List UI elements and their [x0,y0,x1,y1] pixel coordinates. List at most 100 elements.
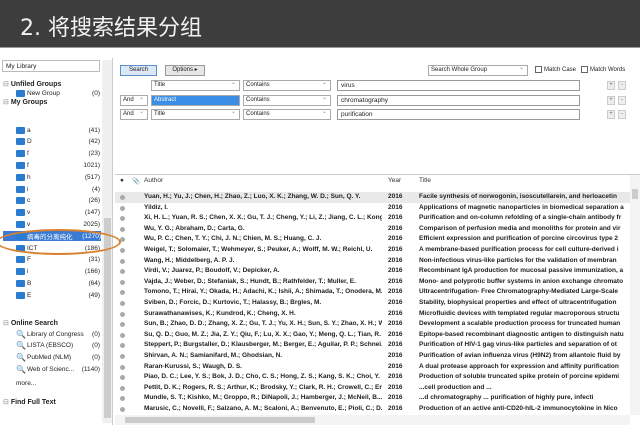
add-row-button[interactable]: + [607,95,615,105]
search-term-input[interactable]: purification [337,109,580,120]
column-header-title[interactable]: Title [419,177,431,184]
group-item[interactable]: 🔍 PubMed (NLM) (0) [16,353,100,363]
add-row-button[interactable]: + [607,110,615,119]
table-row[interactable]: Su, Q. D.; Guo, M. Z.; Jia, Z. Y.; Qiu, … [115,330,630,341]
table-row[interactable]: Wu, Y. G.; Abraham, D.; Carta, G. 2016 Com… [115,224,630,235]
boolean-operator-select[interactable]: And [120,108,148,120]
group-item[interactable]: B (64) [16,278,100,288]
folder-icon [16,220,25,228]
options-button[interactable]: Options ▸ [165,65,205,76]
list-vertical-scrollbar[interactable] [630,175,640,415]
table-row[interactable]: Pettit, D. K.; Rogers, R. S.; Arthur, K.… [115,383,630,394]
table-row[interactable]: Sun, B.; Zhao, D. D.; Zhang, X. Z.; Gu, … [115,319,630,330]
section-unfiled-groups[interactable]: Unfiled Groups [3,80,62,88]
table-row[interactable]: Tomono, T.; Hirai, Y.; Okada, H.; Adachi… [115,287,630,298]
year-cell: 2016 [388,362,403,370]
group-item[interactable]: 🔍 LISTA (EBSCO) (0) [16,341,100,351]
remove-row-button[interactable]: - [618,110,626,119]
group-item[interactable]: h (517) [16,172,100,182]
table-row[interactable]: Yildiz, I. 2016 Applications of magnetic n… [115,203,630,214]
table-row[interactable]: Wu, P. C.; Chen, T. Y.; Chi, J. N.; Chie… [115,234,630,245]
title-cell: Development a scalable production proces… [419,320,621,328]
group-item[interactable]: f 1021) [16,160,100,170]
search-button[interactable]: Search [120,65,157,76]
condition-select[interactable]: Contains [243,94,331,106]
table-row[interactable]: Weigel, T.; Solomaier, T.; Wehmeyer, S.;… [115,245,630,256]
table-row[interactable]: Wang, H.; Middelberg, A. P. J. 2016 Non-in… [115,256,630,267]
column-header-author[interactable]: Author [144,177,163,184]
table-row[interactable]: Yuan, H.; Yu, J.; Chen, H.; Zhao, Z.; Lu… [115,192,630,203]
section-online-search[interactable]: Online Search [3,319,58,327]
group-name: a [27,126,31,134]
group-item[interactable]: v 2025) [16,219,100,229]
group-item[interactable]: i (166) [16,267,100,277]
library-selector[interactable]: My Library [2,60,100,72]
group-count: (4) [92,185,100,193]
table-row[interactable]: Mundle, S. T.; Kishko, M.; Groppo, R.; D… [115,393,630,404]
group-item[interactable]: F (31) [16,255,100,265]
add-row-button[interactable]: + [607,81,615,90]
search-term-input[interactable]: virus [337,80,580,91]
group-item[interactable]: c (26) [16,196,100,206]
author-cell: Yildiz, I. [144,203,168,211]
section-my-groups[interactable]: My Groups [3,98,48,106]
match-words-checkbox[interactable]: Match Words [581,66,625,73]
more-link[interactable]: more... [16,378,100,388]
year-cell: 2016 [388,309,403,317]
table-row[interactable]: Marusic, C.; Novelli, F.; Salzano, A. M.… [115,404,630,415]
group-name: F [27,256,31,264]
boolean-operator-select[interactable]: And [120,94,148,106]
table-row[interactable]: Vajda, J.; Weber, D.; Stefaniak, S.; Hun… [115,277,630,288]
group-item[interactable]: f (23) [16,149,100,159]
folder-icon [16,138,25,146]
search-scope-select[interactable]: Search Whole Group [428,64,528,76]
table-row[interactable]: Raran-Kurussi, S.; Waugh, D. S. 2016 A dua… [115,362,630,373]
column-header-year[interactable]: Year [388,177,401,184]
group-item[interactable]: E (49) [16,290,100,300]
field-select[interactable]: Abstract [151,94,240,106]
group-name: New Group [27,89,60,97]
table-row[interactable]: Shirvan, A. N.; Samianifard, M.; Ghodsia… [115,351,630,362]
table-row[interactable]: Steppert, P.; Burgstaller, D.; Klausberg… [115,340,630,351]
group-name: B [27,279,32,287]
table-row[interactable]: Virdi, V.; Juarez, P.; Boudolf, V.; Depi… [115,266,630,277]
remove-row-button[interactable]: - [618,95,626,105]
read-status-icon [120,364,125,370]
section-find-full-text[interactable]: Find Full Text [3,398,56,406]
year-cell: 2016 [388,373,403,381]
search-term-input[interactable]: chromatography [337,94,580,106]
remove-row-button[interactable]: - [618,81,626,90]
table-row[interactable]: Piao, D. C.; Lee, Y. S.; Bok, J. D.; Cho… [115,372,630,383]
match-case-checkbox[interactable]: Match Case [535,66,576,73]
group-item[interactable]: D (42) [16,137,100,147]
group-count: (166) [84,268,100,276]
author-cell: Mundle, S. T.; Kishko, M.; Groppo, R.; D… [144,394,382,402]
title-cell: Ultracentrifugation- Free Chromatography… [419,288,619,296]
group-item[interactable]: 🔍 Web of Scienc... (1140) [16,364,100,374]
group-item[interactable]: New Group (0) [16,88,100,98]
field-select[interactable]: Title [151,79,240,91]
condition-select[interactable]: Contains [243,108,331,120]
attachment-column-icon[interactable]: 📎 [132,177,140,185]
match-case-label: Match Case [544,66,577,73]
read-status-column-icon[interactable]: ● [120,177,124,184]
highlight-oval [0,229,121,255]
condition-select[interactable]: Contains [243,79,331,91]
read-status-icon [120,385,125,391]
year-cell: 2016 [388,383,403,391]
folder-icon [16,279,25,287]
table-row[interactable]: Sviben, D.; Forcic, D.; Kurtovic, T.; Ha… [115,298,630,309]
reference-list: ● 📎 Author Year Title Yuan, H.; Yu, J.; … [115,174,640,425]
field-select[interactable]: Title [151,108,240,120]
list-horizontal-scroll-thumb[interactable] [125,417,315,423]
title-cell: Efficient expression and purification of… [419,235,619,243]
table-row[interactable]: Xi, H. L.; Yuan, R. S.; Chen, X. X.; Gu,… [115,213,630,224]
group-count: (0) [92,342,100,350]
author-cell: Pettit, D. K.; Rogers, R. S.; Arthur, K.… [144,383,382,391]
list-vertical-scroll-thumb[interactable] [632,189,638,199]
group-item[interactable]: i (4) [16,184,100,194]
group-item[interactable]: a (41) [16,125,100,135]
table-row[interactable]: Surawathanawises, K.; Kundrod, K.; Cheng… [115,309,630,320]
group-item[interactable]: v (147) [16,208,100,218]
group-item[interactable]: 🔍 Library of Congress (0) [16,329,100,339]
